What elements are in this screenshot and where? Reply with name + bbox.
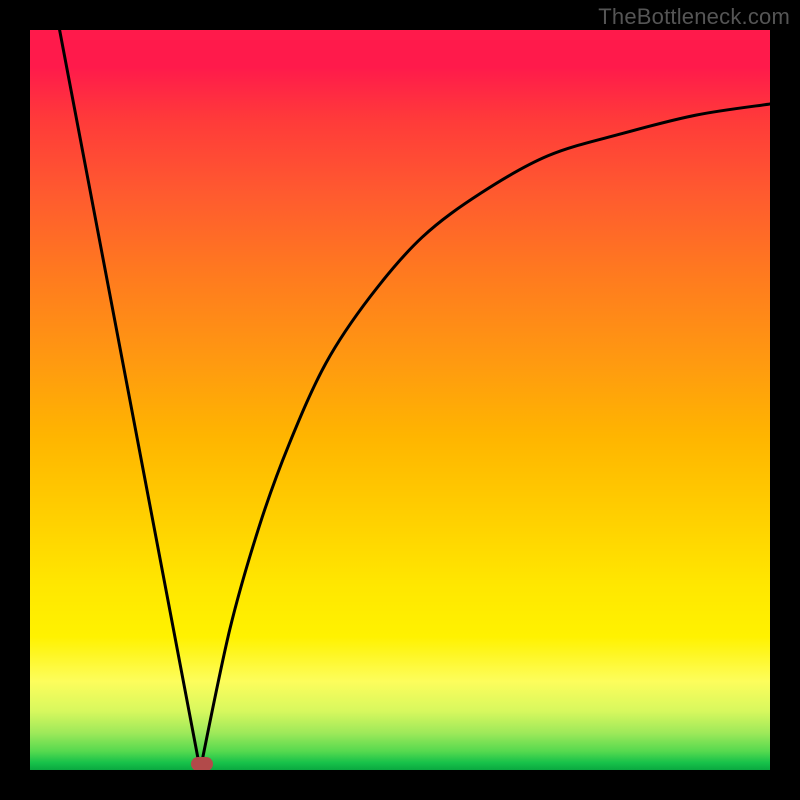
plot-area xyxy=(30,30,770,770)
chart-frame: TheBottleneck.com xyxy=(0,0,800,800)
bottleneck-curve xyxy=(30,30,770,770)
curve-left xyxy=(60,30,201,770)
watermark-text: TheBottleneck.com xyxy=(598,4,790,30)
curve-right xyxy=(200,104,770,770)
minimum-marker xyxy=(191,757,213,770)
